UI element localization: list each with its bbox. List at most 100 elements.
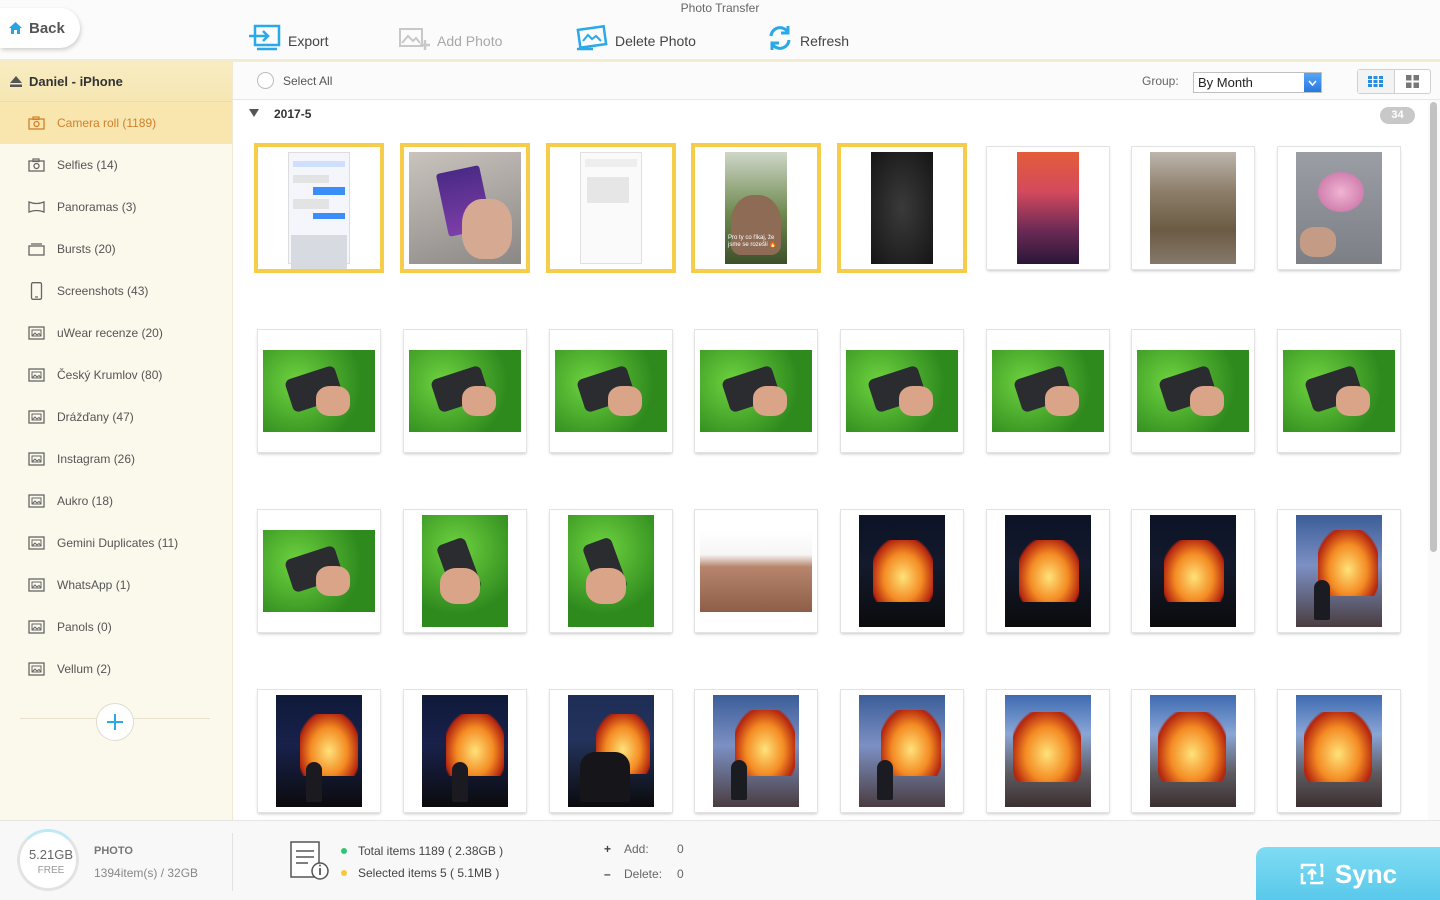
add-album-button[interactable] xyxy=(96,703,134,741)
sidebar-item[interactable]: uWear recenze (20) xyxy=(0,312,232,354)
photo-thumbnail[interactable] xyxy=(1132,510,1254,632)
sidebar-item-label: Panols (0) xyxy=(57,620,112,634)
export-label: Export xyxy=(288,33,329,49)
photo-thumbnail[interactable] xyxy=(695,330,817,452)
eject-icon xyxy=(10,76,22,87)
photo-thumbnail[interactable] xyxy=(1278,510,1400,632)
photo-thumbnail[interactable] xyxy=(841,330,963,452)
photo-thumbnail[interactable]: Pro ty co říkaj, že jsme se rozešli 🔥 xyxy=(695,147,817,269)
free-space-label: FREE xyxy=(37,865,65,876)
checkbox-circle[interactable] xyxy=(257,72,274,89)
photo-thumbnail[interactable] xyxy=(987,510,1109,632)
sidebar-item-label: Selfies (14) xyxy=(57,158,118,172)
export-button[interactable]: Export xyxy=(248,20,328,52)
photo-thumbnail[interactable] xyxy=(550,510,672,632)
photo-thumbnail[interactable] xyxy=(1278,690,1400,812)
photo-thumbnail[interactable] xyxy=(258,147,380,269)
photo-thumbnail[interactable] xyxy=(258,510,380,632)
album-icon xyxy=(28,410,46,424)
delete-photo-icon xyxy=(576,24,608,51)
scrollbar[interactable] xyxy=(1428,100,1440,820)
photo-thumbnail[interactable] xyxy=(1132,147,1254,269)
content-header: Select All Group: By Month xyxy=(233,62,1440,100)
back-button[interactable]: Back xyxy=(0,8,80,48)
back-label: Back xyxy=(29,19,65,37)
photo-thumbnail[interactable] xyxy=(258,330,380,452)
photo-thumbnail[interactable] xyxy=(1132,690,1254,812)
delete-photo-button[interactable]: Delete Photo xyxy=(575,20,696,52)
refresh-button[interactable]: Refresh xyxy=(766,20,849,52)
sidebar-item-label: Gemini Duplicates (11) xyxy=(57,536,179,550)
album-icon xyxy=(28,536,46,550)
photo-thumbnail[interactable] xyxy=(550,147,672,269)
photo-thumbnail[interactable] xyxy=(987,330,1109,452)
toolbar: Photo Transfer Back Export Add Photo Del… xyxy=(0,0,1440,62)
sidebar-item[interactable]: Panoramas (3) xyxy=(0,186,232,228)
sidebar-item[interactable]: Gemini Duplicates (11) xyxy=(0,522,232,564)
photo-thumbnail[interactable] xyxy=(987,147,1109,269)
sidebar-item-label: Vellum (2) xyxy=(57,662,112,676)
sync-icon xyxy=(1300,863,1324,885)
photo-thumbnail[interactable] xyxy=(404,690,526,812)
album-icon xyxy=(28,494,46,508)
sidebar-item[interactable]: WhatsApp (1) xyxy=(0,564,232,606)
photo-thumbnail[interactable] xyxy=(695,510,817,632)
album-list: Camera roll (1189) Selfies (14) Panoramas … xyxy=(0,102,232,690)
items-capacity: 1394item(s) / 32GB xyxy=(94,866,199,880)
sidebar-item[interactable]: Screenshots (43) xyxy=(0,270,232,312)
document-info-icon xyxy=(290,841,330,886)
sidebar-item[interactable]: Český Krumlov (80) xyxy=(0,354,232,396)
selected-items-text: Selected items 5 ( 5.1MB ) xyxy=(358,866,500,880)
total-dot xyxy=(341,848,347,854)
chevron-down-icon xyxy=(1304,73,1321,92)
large-grid-view-button[interactable] xyxy=(1395,70,1431,93)
sidebar-item[interactable]: Aukro (18) xyxy=(0,480,232,522)
photo-thumbnail[interactable] xyxy=(1132,330,1254,452)
group-dropdown[interactable]: By Month xyxy=(1193,72,1322,93)
scrollbar-thumb[interactable] xyxy=(1430,102,1437,552)
sidebar: Daniel - iPhone Camera roll (1189) Selfie… xyxy=(0,62,233,820)
photo-thumbnail[interactable] xyxy=(1278,330,1400,452)
sidebar-item[interactable]: Instagram (26) xyxy=(0,438,232,480)
photo-thumbnail[interactable] xyxy=(258,690,380,812)
sidebar-item[interactable]: Selfies (14) xyxy=(0,144,232,186)
album-icon xyxy=(28,368,46,382)
sidebar-item[interactable]: Drážďany (47) xyxy=(0,396,232,438)
photo-thumbnail[interactable] xyxy=(1278,147,1400,269)
photo-thumbnail[interactable] xyxy=(550,330,672,452)
view-toggle xyxy=(1357,69,1431,94)
group-label: Group: xyxy=(1142,74,1179,88)
burst-icon xyxy=(28,242,46,256)
photo-thumbnail[interactable] xyxy=(404,510,526,632)
free-space-value: 5.21GB xyxy=(28,847,74,862)
photo-thumbnail[interactable] xyxy=(841,690,963,812)
select-all-checkbox[interactable]: Select All xyxy=(257,72,332,89)
sync-button[interactable]: Sync xyxy=(1256,847,1440,900)
selected-items-stat: Selected items 5 ( 5.1MB ) xyxy=(341,866,499,880)
add-photo-button[interactable]: Add Photo xyxy=(397,20,502,52)
collapse-triangle-icon[interactable] xyxy=(249,109,259,117)
sidebar-item-label: Panoramas (3) xyxy=(57,200,137,214)
sidebar-item[interactable]: Panols (0) xyxy=(0,606,232,648)
photo-thumbnail[interactable] xyxy=(841,510,963,632)
photo-thumbnail[interactable] xyxy=(841,147,963,269)
sidebar-item-label: uWear recenze (20) xyxy=(57,326,163,340)
photo-thumbnail[interactable] xyxy=(695,690,817,812)
album-icon xyxy=(28,620,46,634)
photo-thumbnail[interactable] xyxy=(550,690,672,812)
delete-value: 0 xyxy=(677,867,684,881)
media-type-label: PHOTO xyxy=(94,845,133,857)
small-grid-view-button[interactable] xyxy=(1358,70,1395,93)
delete-photo-label: Delete Photo xyxy=(615,33,696,49)
photo-thumbnail[interactable] xyxy=(987,690,1109,812)
sidebar-item[interactable]: Vellum (2) xyxy=(0,648,232,690)
device-header[interactable]: Daniel - iPhone xyxy=(0,62,232,102)
select-all-label: Select All xyxy=(283,73,333,88)
photo-thumbnail[interactable] xyxy=(404,330,526,452)
sidebar-item[interactable]: Camera roll (1189) xyxy=(0,102,232,144)
plus-icon xyxy=(107,714,123,730)
photo-thumbnail[interactable] xyxy=(404,147,526,269)
album-icon xyxy=(28,662,46,676)
large-grid-icon xyxy=(1405,75,1419,88)
sidebar-item[interactable]: Bursts (20) xyxy=(0,228,232,270)
